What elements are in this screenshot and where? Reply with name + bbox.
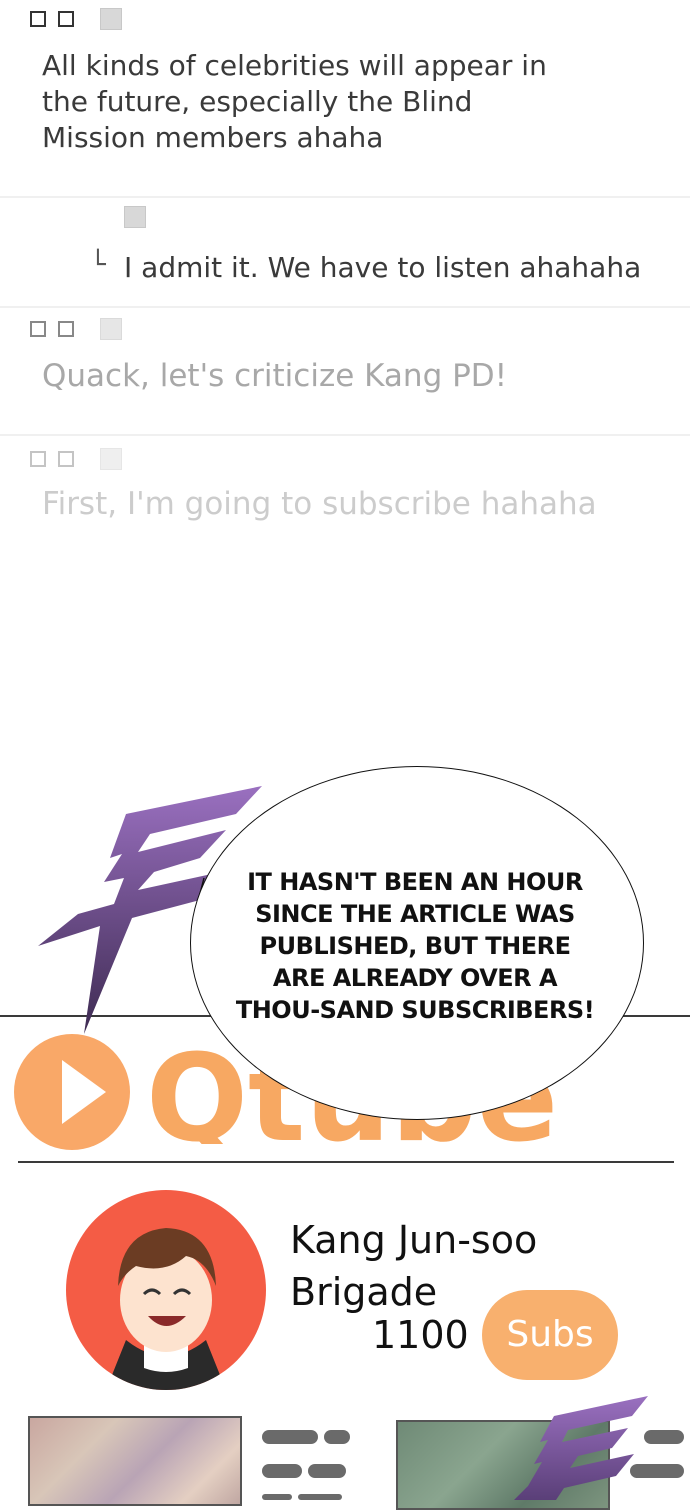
square-icon: [58, 321, 74, 337]
comment-text: All kinds of celebrities will appear in …: [42, 49, 547, 154]
user-avatar-icon: [124, 206, 146, 228]
user-avatar-icon: [100, 8, 122, 30]
subscribe-button[interactable]: Subs: [482, 1290, 618, 1380]
comment-text: I admit it. We have to listen ahahaha: [124, 251, 642, 284]
comment-text: Quack, let's criticize Kang PD!: [42, 358, 508, 394]
comment-text: First, I'm going to subscribe hahaha: [42, 486, 597, 522]
square-icon: [58, 451, 74, 467]
square-icon: [30, 11, 46, 27]
comment-header-icons: [30, 448, 122, 470]
square-icon: [58, 11, 74, 27]
square-icon: [30, 451, 46, 467]
comment-header-icons: [30, 8, 122, 30]
comment-header-icons: [30, 318, 122, 340]
comment-reply: └ I admit it. We have to listen ahahaha: [0, 198, 690, 308]
channel-name[interactable]: Kang Jun-soo Brigade: [290, 1214, 690, 1318]
comment-item: Quack, let's criticize Kang PD!: [0, 308, 690, 436]
redacted-text: [262, 1494, 342, 1500]
square-icon: [30, 321, 46, 337]
reply-arrow-icon: └: [90, 250, 106, 280]
subscriber-count: 1100: [372, 1313, 469, 1357]
user-avatar-icon: [100, 318, 122, 340]
video-thumbnail[interactable]: [28, 1416, 242, 1506]
channel-avatar[interactable]: [66, 1190, 266, 1390]
redacted-text: [630, 1464, 684, 1478]
comment-item: First, I'm going to subscribe hahaha: [0, 436, 690, 546]
divider: [18, 1161, 674, 1163]
play-icon: [14, 1034, 130, 1150]
redacted-text: [262, 1430, 350, 1444]
user-avatar-icon: [100, 448, 122, 470]
face-avatar-icon: [106, 1228, 226, 1390]
comment-item: All kinds of celebrities will appear in …: [0, 0, 690, 198]
redacted-text: [262, 1464, 346, 1478]
speech-bubble-text: IT HASN'T BEEN AN HOUR SINCE THE ARTICLE…: [235, 868, 595, 1024]
lightning-icon: [514, 1396, 648, 1500]
redacted-text: [644, 1430, 684, 1444]
